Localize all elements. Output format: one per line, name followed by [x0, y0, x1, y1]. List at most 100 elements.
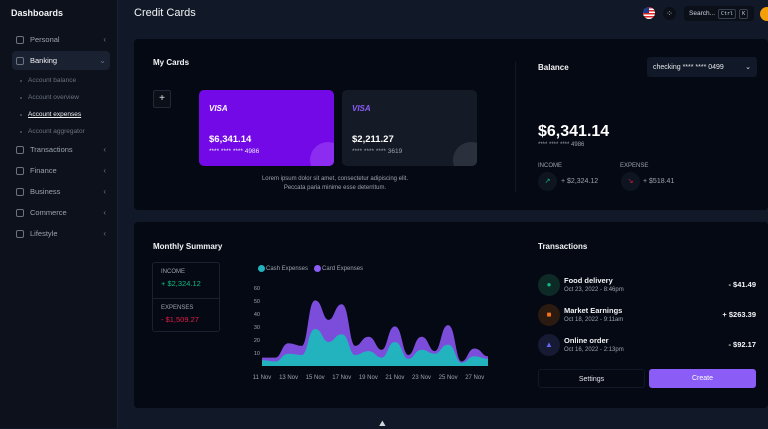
- y-tick-label: 50: [254, 299, 260, 305]
- sidebar-subitem-account-expenses[interactable]: Account expenses: [12, 106, 110, 123]
- sidebar-item-label: Finance: [30, 166, 57, 175]
- sidebar-item-label: Banking: [30, 56, 58, 65]
- credit-card-2[interactable]: VISA $2,211.27 **** **** **** 3619: [342, 90, 477, 166]
- sidebar-item-business[interactable]: Business ‹: [12, 182, 110, 201]
- account-select-value: checking **** **** 0499: [653, 63, 724, 71]
- legend-label: Card Expenses: [322, 266, 364, 273]
- bank-icon: [16, 56, 24, 65]
- sidebar-item-banking[interactable]: Banking ⌄: [12, 51, 110, 70]
- sidebar-item-lifestyle[interactable]: Lifestyle ‹: [12, 224, 110, 243]
- add-card-button[interactable]: +: [153, 90, 171, 108]
- arrow-up-right-icon: ↗: [538, 172, 557, 191]
- us-flag-icon[interactable]: [643, 7, 655, 19]
- income-value: + $2,324.12: [161, 279, 201, 288]
- sidebar-subitem-account-aggregator[interactable]: Account aggregator: [12, 123, 110, 140]
- x-tick-label: 11 Nov: [253, 375, 272, 381]
- create-button[interactable]: Create: [649, 369, 756, 388]
- search-placeholder: Search...: [689, 10, 716, 17]
- credit-card-1[interactable]: VISA $6,341.14 **** **** **** 4986: [199, 90, 334, 166]
- description-line: Peccata paria minime esse deterritum.: [283, 185, 387, 191]
- chevron-left-icon: ‹: [103, 35, 106, 44]
- arrow-down-right-icon: ↘: [621, 172, 640, 191]
- expense-value: + $518.41: [643, 178, 675, 185]
- y-tick-label: 40: [254, 312, 260, 318]
- food-icon: ●: [538, 274, 560, 296]
- visa-logo: VISA: [352, 104, 371, 113]
- y-tick-label: 60: [254, 286, 260, 292]
- commerce-icon: [16, 208, 24, 217]
- transaction-amount: - $92.17: [728, 340, 756, 349]
- subitem-label: Account balance: [28, 77, 77, 84]
- cards-description: Lorem ipsum dolor sit amet, consectetur …: [240, 175, 430, 193]
- transaction-name: Food delivery: [564, 276, 613, 285]
- sidebar-item-transactions[interactable]: Transactions ‹: [12, 140, 110, 159]
- balance-card-number: **** **** **** 4986: [538, 142, 585, 148]
- x-tick-label: 17 Nov: [332, 375, 351, 381]
- income-label: INCOME: [538, 163, 562, 169]
- shopping-bag-icon: ▲: [538, 334, 560, 356]
- transaction-name: Online order: [564, 336, 609, 345]
- expenses-label: EXPENSES: [161, 305, 194, 311]
- balance-title: Balance: [538, 63, 569, 72]
- visa-logo: VISA: [209, 104, 228, 113]
- sidebar-title: Dashboards: [11, 8, 64, 18]
- account-select[interactable]: checking **** **** 0499 ⌄: [647, 57, 757, 77]
- x-tick-label: 15 Nov: [306, 375, 325, 381]
- sidebar-item-label: Lifestyle: [30, 229, 58, 238]
- legend-label: Cash Expenses: [266, 266, 309, 273]
- sidebar-item-label: Commerce: [30, 208, 67, 217]
- avatar[interactable]: [760, 7, 768, 21]
- transaction-row[interactable]: ■ Market Earnings Oct 18, 2022 - 9:11am + $…: [538, 304, 758, 328]
- my-cards-title: My Cards: [153, 58, 190, 67]
- sidebar-item-label: Transactions: [30, 145, 73, 154]
- transaction-row[interactable]: ● Food delivery Oct 23, 2022 - 8:46pm - $41…: [538, 274, 758, 298]
- business-icon: [16, 187, 24, 196]
- sidebar-subitem-account-overview[interactable]: Account overview: [12, 89, 110, 106]
- legend-card[interactable]: Card Expenses: [314, 265, 363, 272]
- subitem-label: Account expenses: [28, 111, 82, 118]
- chevron-left-icon: ‹: [103, 145, 106, 154]
- kbd-k: K: [739, 8, 749, 19]
- x-tick-label: 27 Nov: [465, 375, 484, 381]
- lifestyle-icon: [16, 229, 24, 238]
- transactions-title: Transactions: [538, 242, 588, 251]
- monthly-summary-title: Monthly Summary: [153, 242, 223, 251]
- sidebar-item-commerce[interactable]: Commerce ‹: [12, 203, 110, 222]
- x-tick-label: 21 Nov: [385, 375, 404, 381]
- subitem-label: Account overview: [28, 94, 79, 101]
- transactions-icon: [16, 145, 24, 154]
- page-title: Credit Cards: [134, 7, 196, 19]
- card-number: **** **** **** 3619: [352, 148, 403, 155]
- sidebar-subitem-account-balance[interactable]: Account balance: [12, 72, 110, 89]
- expenses-chart: 10 20 30 40 50 60 11 Nov 13 Nov 15 Nov 17 Nov 19 N…: [253, 286, 489, 381]
- y-tick-label: 30: [254, 325, 260, 331]
- chevron-down-icon: ⌄: [99, 56, 106, 65]
- legend-cash[interactable]: Cash Expenses: [258, 265, 308, 272]
- chart-legend: Cash Expenses Card Expenses: [258, 265, 363, 272]
- income-value: + $2,324.12: [561, 178, 599, 185]
- sidebar-item-label: Business: [30, 187, 61, 196]
- sidebar-item-personal[interactable]: Personal ‹: [12, 30, 110, 49]
- sidebar-item-finance[interactable]: Finance ‹: [12, 161, 110, 180]
- transaction-row[interactable]: ▲ Online order Oct 16, 2022 - 2:13pm - $92.…: [538, 334, 758, 358]
- transaction-date: Oct 18, 2022 - 9:11am: [564, 317, 624, 323]
- expenses-value: - $1,509.27: [161, 315, 199, 324]
- settings-button[interactable]: Settings: [538, 369, 645, 388]
- sidebar-item-label: Personal: [30, 35, 60, 44]
- transaction-date: Oct 16, 2022 - 2:13pm: [564, 347, 624, 353]
- x-tick-label: 13 Nov: [279, 375, 298, 381]
- transaction-amount: + $263.39: [722, 310, 756, 319]
- search-button[interactable]: Search... Ctrl K: [684, 6, 754, 21]
- chevron-down-icon: ⌄: [745, 64, 751, 71]
- chevron-left-icon: ‹: [103, 208, 106, 217]
- summary-stats: INCOME + $2,324.12 EXPENSES - $1,509.27: [152, 262, 220, 332]
- subitem-label: Account aggregator: [28, 128, 85, 135]
- transaction-date: Oct 23, 2022 - 8:46pm: [564, 287, 624, 293]
- sidebar: Dashboards Personal ‹ Banking ⌄ Account ba…: [0, 0, 118, 428]
- apps-grid-icon[interactable]: ⁘: [663, 7, 676, 20]
- card-amount: $6,341.14: [209, 134, 252, 145]
- sidebar-nav: Personal ‹ Banking ⌄ Account balance Accou…: [12, 30, 110, 245]
- card-number: **** **** **** 4986: [209, 148, 260, 155]
- income-label: INCOME: [161, 269, 185, 275]
- transaction-amount: - $41.49: [728, 280, 756, 289]
